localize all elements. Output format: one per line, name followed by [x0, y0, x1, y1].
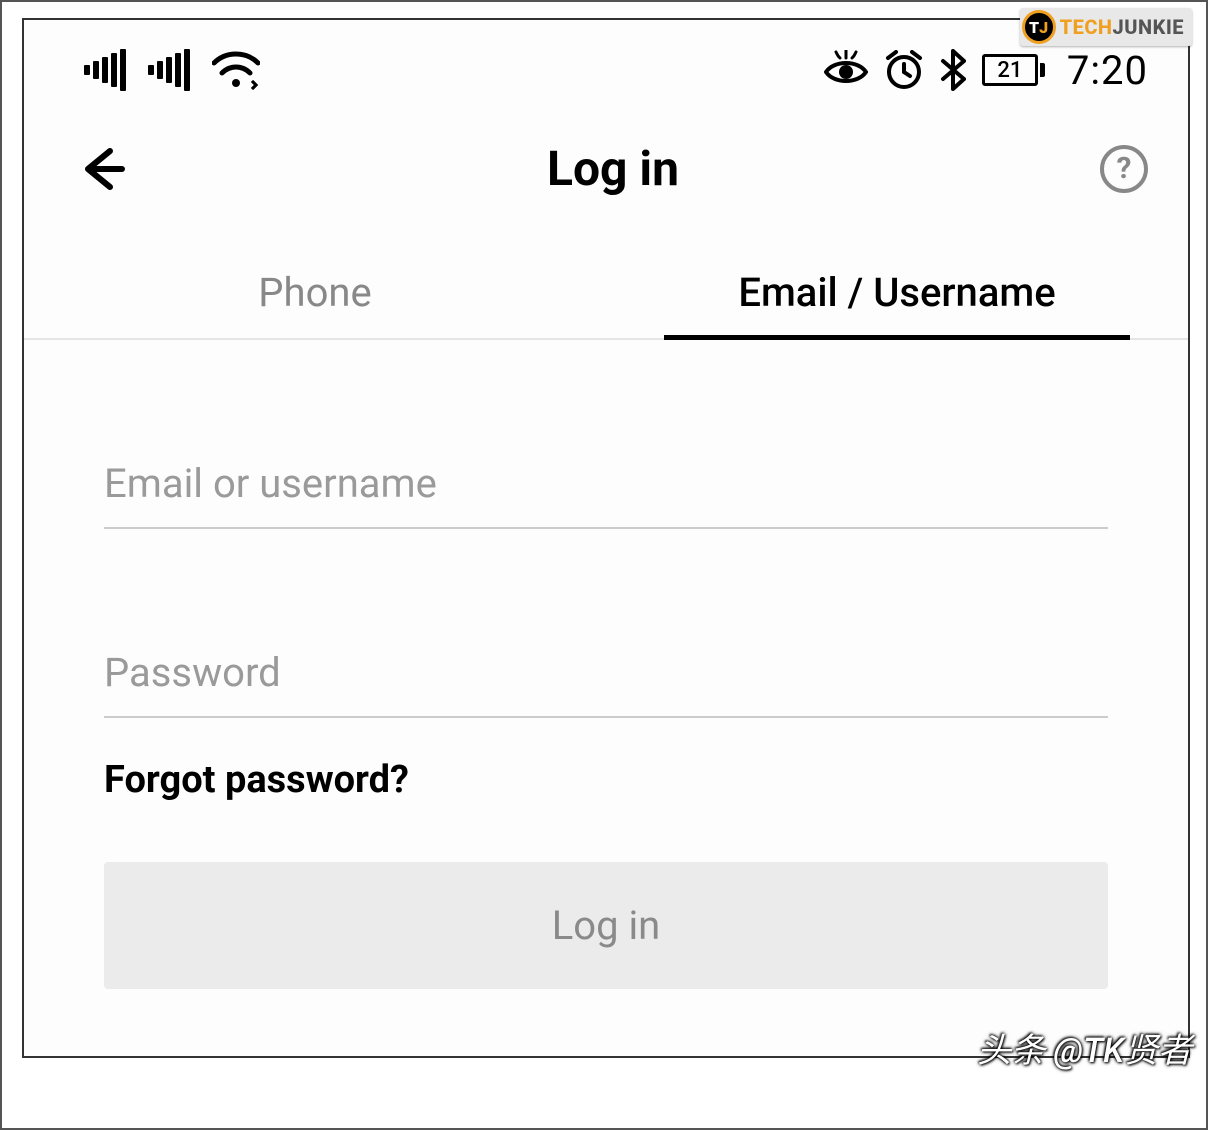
tab-email-username[interactable]: Email / Username — [606, 247, 1188, 338]
status-bar: 21 7:20 — [24, 20, 1188, 110]
phone-screen: 21 7:20 Log in ? Phone Email / Username — [22, 18, 1190, 1058]
techjunkie-logo-icon: TJ — [1022, 10, 1056, 44]
bluetooth-icon — [940, 49, 966, 91]
back-button[interactable] — [74, 143, 126, 195]
page-title: Log in — [547, 140, 679, 197]
battery-icon: 21 — [982, 54, 1045, 86]
login-form: Forgot password? Log in — [24, 340, 1188, 989]
forgot-password-link[interactable]: Forgot password? — [104, 758, 1108, 802]
signal-icon-1 — [84, 49, 126, 91]
tab-email-label: Email / Username — [738, 269, 1055, 316]
login-tabs: Phone Email / Username — [24, 247, 1188, 340]
status-left — [84, 49, 260, 91]
help-button[interactable]: ? — [1100, 145, 1148, 193]
clock: 7:20 — [1067, 47, 1148, 94]
login-button-label: Log in — [552, 902, 661, 949]
status-right: 21 7:20 — [824, 47, 1148, 94]
techjunkie-badge: TJ TECHJUNKIE — [1020, 8, 1192, 46]
email-username-input[interactable] — [104, 430, 1108, 529]
signal-icon-2 — [148, 49, 190, 91]
alarm-icon — [884, 50, 924, 90]
forgot-password-label: Forgot password? — [104, 758, 409, 802]
tab-phone[interactable]: Phone — [24, 247, 606, 338]
watermark-text: 头条 @TK贤者 — [977, 1023, 1192, 1072]
tab-phone-label: Phone — [258, 269, 371, 316]
nav-header: Log in ? — [24, 110, 1188, 207]
question-mark-icon: ? — [1117, 151, 1132, 186]
login-button[interactable]: Log in — [104, 862, 1108, 989]
battery-level: 21 — [997, 58, 1022, 83]
techjunkie-text: TECHJUNKIE — [1060, 15, 1184, 39]
eye-icon — [824, 50, 868, 90]
password-input[interactable] — [104, 619, 1108, 718]
wifi-icon — [212, 51, 260, 91]
